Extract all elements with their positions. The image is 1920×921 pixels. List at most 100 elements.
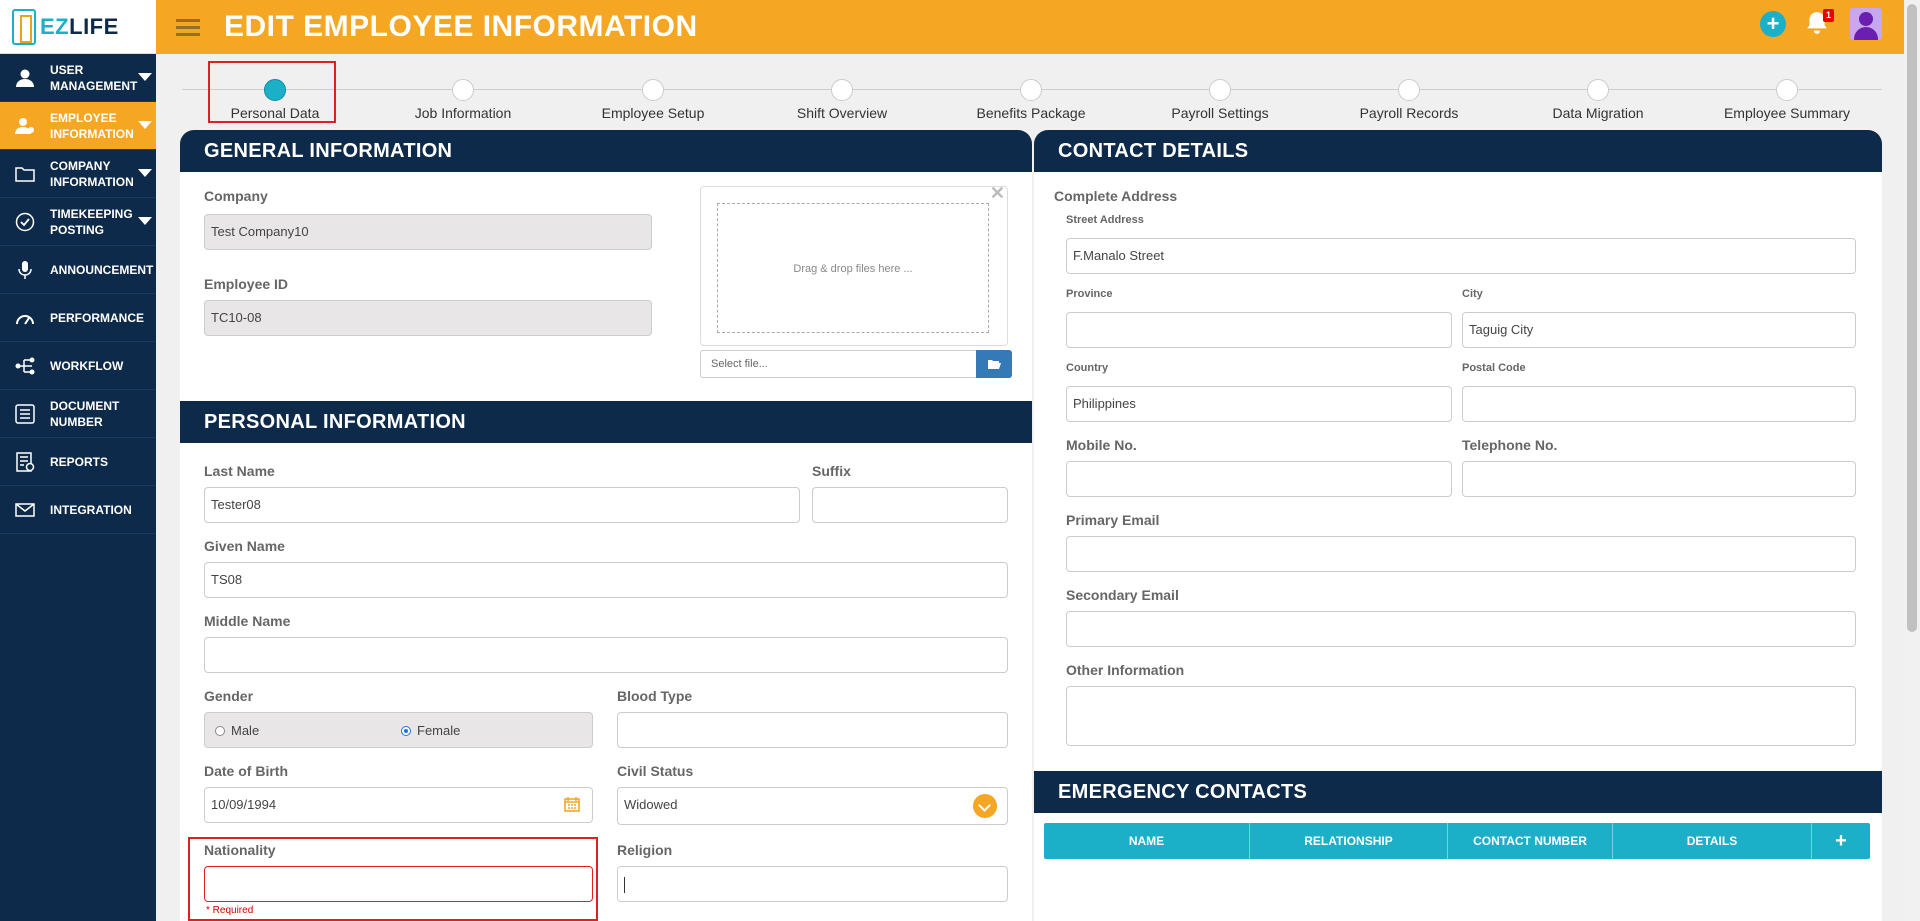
add-contact-button[interactable]: + — [1812, 823, 1870, 859]
step-label: Payroll Settings — [1171, 105, 1269, 121]
suffix-field[interactable] — [812, 487, 1008, 523]
secondary-email-label: Secondary Email — [1066, 587, 1179, 603]
add-icon[interactable]: + — [1760, 11, 1786, 37]
step-shift-overview[interactable]: Shift Overview — [752, 79, 932, 121]
step-data-migration[interactable]: Data Migration — [1508, 79, 1688, 121]
telephone-label: Telephone No. — [1462, 437, 1558, 453]
religion-field[interactable] — [617, 866, 1008, 902]
calendar-icon[interactable] — [564, 796, 580, 812]
street-address-field[interactable]: F.Manalo Street — [1066, 238, 1856, 274]
mobile-label: Mobile No. — [1066, 437, 1137, 453]
sidebar-item-announcement[interactable]: ANNOUNCEMENT — [0, 246, 156, 294]
country-label: Country — [1066, 362, 1109, 374]
sidebar: EZLIFE USER MANAGEMENT EMPLOYEE INFORMAT… — [0, 0, 156, 921]
sidebar-item-workflow[interactable]: WORKFLOW — [0, 342, 156, 390]
gauge-icon — [14, 307, 36, 329]
active-step-highlight — [208, 61, 336, 123]
civil-status-label: Civil Status — [617, 763, 694, 779]
postal-code-field[interactable] — [1462, 386, 1856, 422]
radio-button-selected[interactable] — [401, 725, 411, 736]
folder-icon — [14, 163, 36, 185]
check-circle-icon — [14, 211, 36, 233]
company-field[interactable]: Test Company10 — [204, 214, 652, 250]
civil-status-value: Widowed — [624, 797, 678, 812]
step-employee-setup[interactable]: Employee Setup — [563, 79, 743, 121]
secondary-email-field[interactable] — [1066, 611, 1856, 647]
blood-type-label: Blood Type — [617, 688, 693, 704]
text-cursor — [624, 876, 625, 893]
step-dot — [831, 79, 853, 101]
province-field[interactable] — [1066, 312, 1452, 348]
step-dot — [1587, 79, 1609, 101]
telephone-field[interactable] — [1462, 461, 1856, 497]
logo-mark-icon — [12, 8, 36, 45]
general-information-panel: GENERAL INFORMATION Company Test Company… — [180, 130, 1032, 401]
nationality-highlight-box — [188, 837, 598, 921]
step-job-information[interactable]: Job Information — [373, 79, 553, 121]
city-field[interactable]: Taguig City — [1462, 312, 1856, 348]
scrollbar-thumb[interactable] — [1907, 4, 1917, 632]
file-dropzone[interactable]: ✕ Drag & drop files here ... — [700, 183, 1008, 346]
sidebar-item-document-number[interactable]: DOCUMENT NUMBER — [0, 390, 156, 438]
step-dot — [642, 79, 664, 101]
last-name-field[interactable]: Tester08 — [204, 487, 800, 523]
sidebar-item-reports[interactable]: REPORTS — [0, 438, 156, 486]
general-information-title: GENERAL INFORMATION — [180, 130, 1032, 172]
hamburger-menu-icon[interactable] — [176, 15, 200, 40]
file-select-input[interactable]: Select file... — [700, 350, 976, 378]
sidebar-item-employee-information[interactable]: EMPLOYEE INFORMATION — [0, 102, 156, 150]
primary-email-field[interactable] — [1066, 536, 1856, 572]
sidebar-item-label: REPORTS — [50, 454, 109, 469]
middle-name-label: Middle Name — [204, 613, 291, 629]
blood-type-field[interactable] — [617, 712, 1008, 748]
chevron-down-icon[interactable] — [973, 794, 997, 818]
sidebar-item-label: PERFORMANCE — [50, 310, 145, 325]
sidebar-item-timekeeping-posting[interactable]: TIMEKEEPING POSTING — [0, 198, 156, 246]
sidebar-item-user-management[interactable]: USER MANAGEMENT — [0, 54, 156, 102]
middle-name-field[interactable] — [204, 637, 1008, 673]
step-payroll-settings[interactable]: Payroll Settings — [1130, 79, 1310, 121]
step-benefits-package[interactable]: Benefits Package — [941, 79, 1121, 121]
browse-button[interactable] — [976, 350, 1012, 378]
page-scrollbar[interactable] — [1904, 0, 1920, 921]
postal-code-label: Postal Code — [1462, 362, 1526, 374]
notification-bell-icon[interactable]: 1 — [1804, 9, 1834, 38]
employee-icon — [14, 115, 36, 137]
step-dot — [452, 79, 474, 101]
sidebar-item-label: USER MANAGEMENT — [50, 62, 138, 93]
step-label: Data Migration — [1552, 105, 1644, 121]
sidebar-item-label: DOCUMENT NUMBER — [50, 398, 120, 429]
sidebar-item-company-information[interactable]: COMPANY INFORMATION — [0, 150, 156, 198]
step-payroll-records[interactable]: Payroll Records — [1319, 79, 1499, 121]
close-icon[interactable]: ✕ — [990, 183, 1005, 204]
contact-details-panel: CONTACT DETAILS Complete Address Street … — [1034, 130, 1882, 771]
chevron-down-icon — [138, 169, 152, 177]
gender-male-option[interactable]: Male — [215, 723, 259, 738]
user-icon — [14, 67, 36, 89]
employee-id-field[interactable]: TC10-08 — [204, 300, 652, 336]
suffix-label: Suffix — [812, 463, 851, 479]
step-employee-summary[interactable]: Employee Summary — [1697, 79, 1877, 121]
step-dot — [1398, 79, 1420, 101]
sidebar-item-label: INTEGRATION — [50, 502, 132, 517]
primary-email-label: Primary Email — [1066, 512, 1160, 528]
other-information-field[interactable] — [1066, 686, 1856, 746]
logo[interactable]: EZLIFE — [0, 0, 156, 54]
date-of-birth-value: 10/09/1994 — [211, 797, 277, 812]
chevron-down-icon — [138, 217, 152, 225]
mobile-field[interactable] — [1066, 461, 1452, 497]
radio-button[interactable] — [215, 725, 225, 736]
sidebar-item-integration[interactable]: INTEGRATION — [0, 486, 156, 534]
mail-icon — [14, 499, 36, 521]
gender-female-option[interactable]: Female — [401, 723, 460, 738]
sidebar-item-performance[interactable]: PERFORMANCE — [0, 294, 156, 342]
city-label: City — [1462, 288, 1483, 300]
given-name-field[interactable]: TS08 — [204, 562, 1008, 598]
gender-male-label: Male — [231, 723, 260, 738]
emergency-contacts-table-header: NAME RELATIONSHIP CONTACT NUMBER DETAILS… — [1044, 823, 1870, 859]
top-header: EDIT EMPLOYEE INFORMATION + 1 — [156, 0, 1904, 54]
country-field[interactable]: Philippines — [1066, 386, 1452, 422]
date-of-birth-field[interactable]: 10/09/1994 — [204, 787, 593, 823]
avatar[interactable] — [1850, 8, 1882, 40]
civil-status-select[interactable]: Widowed — [617, 787, 1008, 825]
